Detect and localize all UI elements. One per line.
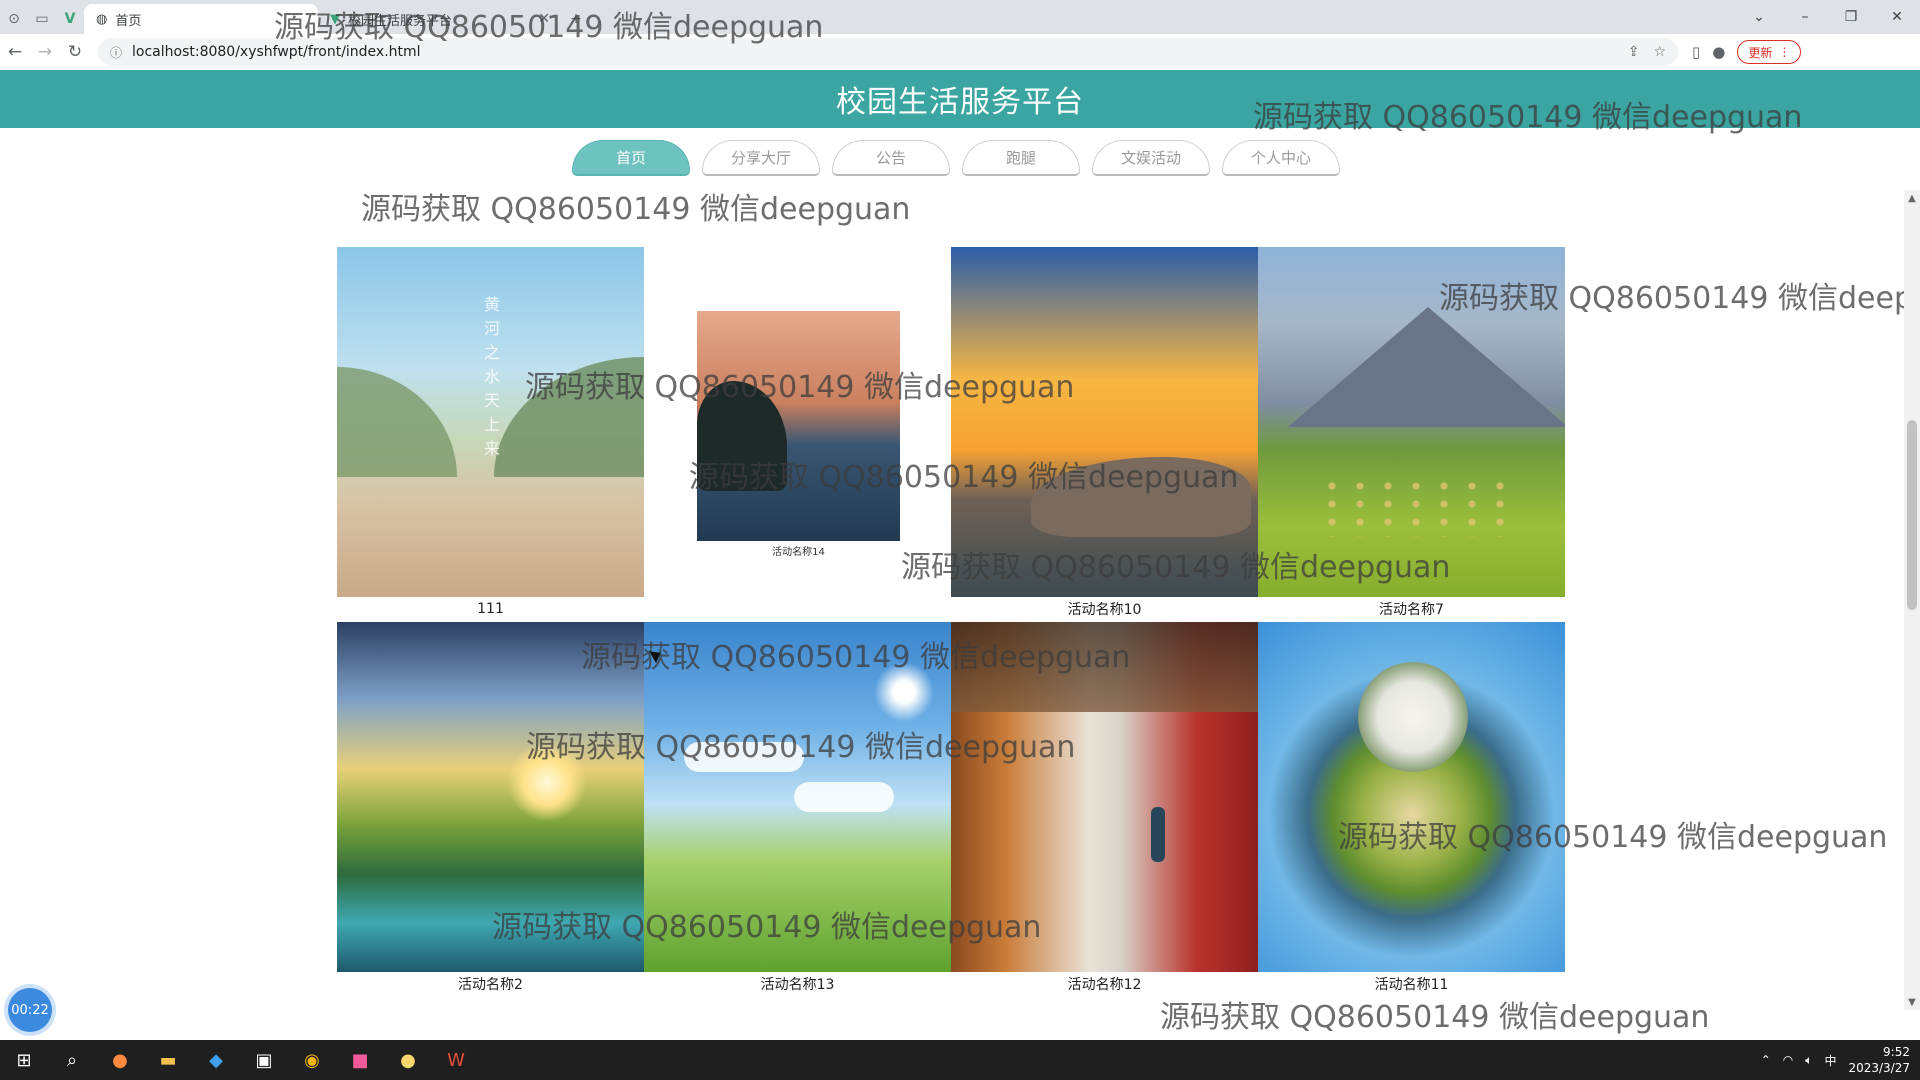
activity-row: 活动名称2 活动名称13 活动名称12 活动名称11 [337,622,1567,996]
activity-row: 黄河之水天上来 111 活动名称14 活动名称10 活动名称7 [337,247,1567,621]
vscode-icon[interactable]: ◆ [192,1040,240,1080]
reload-icon[interactable]: ↻ [60,37,90,67]
profile-icon[interactable]: ● [1712,43,1725,61]
chrome-icon[interactable]: ◉ [288,1040,336,1080]
tab-platform-label: 校园生活服务平台 [348,13,453,29]
activity-grid: 黄河之水天上来 111 活动名称14 活动名称10 活动名称7 活动名称2 活动… [337,247,1567,996]
recording-timer[interactable]: 00:22 [8,988,52,1032]
forward-icon[interactable]: → [30,37,60,67]
activity-card[interactable]: 活动名称13 [644,622,951,996]
windows-start-icon[interactable]: ⊞ [0,1040,48,1080]
forest-lake-image-icon[interactable] [337,622,644,972]
file-explorer-icon[interactable]: ▬ [144,1040,192,1080]
restore-icon[interactable]: ❐ [1828,0,1874,34]
scroll-up-icon[interactable]: ▲ [1904,190,1920,206]
activity-caption: 活动名称12 [1067,977,1142,993]
main-nav: 首页 分享大厅 公告 跑腿 文娱活动 个人中心 [572,140,1340,176]
page-scrollbar[interactable]: ▲ ▼ [1904,190,1920,1010]
window-close-icon[interactable]: ✕ [1874,0,1920,34]
more-menu-icon: ⋮ [1778,45,1791,59]
system-tray: ⌃ ◠ 🔈︎ 中 9:52 2023/3/27 [1761,1040,1910,1080]
update-label: 更新 [1748,45,1773,60]
volume-icon[interactable]: 🔈︎ [1805,1053,1812,1068]
activity-caption: 活动名称7 [1379,602,1444,618]
globe-icon: ◍ [96,11,108,27]
meadow-sky-image-icon[interactable] [644,622,951,972]
browser-tab-strip: ⊙ ▭ V ◍ 首页 ▼ 校园生活服务平台 ✕ + ⌄ – ❐ ✕ [0,0,1920,34]
watermark: 源码获取 QQ86050149 微信deepguan [1160,1000,1710,1035]
activity-card[interactable]: 活动名称11 [1258,622,1565,996]
clock-date: 2023/3/27 [1848,1061,1910,1075]
nav-errand[interactable]: 跑腿 [962,140,1080,176]
network-icon[interactable]: ◠ [1783,1053,1793,1067]
tiny-planet-image-icon[interactable] [1258,622,1565,972]
activity-card[interactable]: 活动名称2 [337,622,644,996]
intellij-icon[interactable]: ■ [336,1040,384,1080]
url-input[interactable]: ⓘ localhost:8080/xyshfwpt/front/index.ht… [98,38,1678,66]
activity-caption: 活动名称14 [772,547,825,558]
tab-home[interactable]: ◍ 首页 [84,4,318,34]
wps-icon[interactable]: W [432,1040,480,1080]
share-icon[interactable]: ⇪ [1628,44,1640,60]
activity-card[interactable]: 黄河之水天上来 111 [337,247,644,621]
activity-card[interactable]: 活动名称12 [951,622,1258,996]
activity-caption: 活动名称10 [1067,602,1142,618]
minimize-icon[interactable]: – [1782,0,1828,34]
tab-group-icon[interactable]: ▭ [28,4,56,34]
info-icon[interactable]: ⓘ [110,44,122,61]
bookmark-star-icon[interactable]: ☆ [1653,44,1666,60]
tab-home-label: 首页 [115,13,142,29]
activity-card[interactable]: 活动名称10 [951,247,1258,621]
update-button[interactable]: 更新 ⋮ [1737,40,1802,64]
window-controls: ⌄ – ❐ ✕ [1736,0,1920,34]
side-panel-icon[interactable]: ▯ [1692,43,1700,61]
nav-share-hall[interactable]: 分享大厅 [702,140,820,176]
new-tab-icon[interactable]: + [562,4,590,34]
tray-apps-icon[interactable]: ⌃ [1761,1053,1771,1067]
activity-caption: 活动名称2 [458,977,523,993]
activity-card[interactable]: 活动名称7 [1258,247,1565,621]
close-icon[interactable]: ✕ [538,11,550,27]
tab-platform[interactable]: ▼ 校园生活服务平台 ✕ [318,4,562,34]
scroll-down-icon[interactable]: ▼ [1904,994,1920,1010]
nav-announcement[interactable]: 公告 [832,140,950,176]
nav-activities[interactable]: 文娱活动 [1092,140,1210,176]
nav-user-center[interactable]: 个人中心 [1222,140,1340,176]
vue-icon: ▼ [330,11,340,27]
activity-caption: 活动名称13 [760,977,835,993]
address-bar: ← → ↻ ⓘ localhost:8080/xyshfwpt/front/in… [0,34,1920,71]
mountain-meadow-image-icon[interactable] [1258,247,1565,597]
activity-caption: 活动名称11 [1374,977,1449,993]
chevron-down-icon[interactable]: ⌄ [1736,0,1782,34]
nav-home[interactable]: 首页 [572,140,690,176]
back-icon[interactable]: ← [0,37,30,67]
lake-sunset-image-icon[interactable] [697,311,900,541]
ime-indicator[interactable]: 中 [1824,1052,1836,1069]
site-header: 校园生活服务平台 [0,70,1920,128]
activity-card[interactable]: 活动名称14 [644,247,951,621]
corridor-image-icon[interactable] [951,622,1258,972]
river-image-icon[interactable]: 黄河之水天上来 [337,247,644,597]
watermark: 源码获取 QQ86050149 微信deepguan [361,192,911,227]
page-title: 校园生活服务平台 [836,85,1084,120]
app-duck-icon[interactable]: ● [384,1040,432,1080]
scrollbar-thumb[interactable] [1907,420,1917,610]
sunset-image-icon[interactable] [951,247,1258,597]
vue-devtools-icon[interactable]: V [56,4,84,34]
taskbar: ⊞ ⌕ ● ▬ ◆ ▣ ◉ ■ ● W ⌃ ◠ 🔈︎ 中 9:52 2023/3… [0,1040,1920,1080]
terminal-icon[interactable]: ▣ [240,1040,288,1080]
firefox-icon[interactable]: ● [96,1040,144,1080]
poem-text: 黄河之水天上来 [483,295,500,458]
url-text: localhost:8080/xyshfwpt/front/index.html [132,44,421,60]
search-icon[interactable]: ⌕ [48,1040,96,1080]
clock[interactable]: 9:52 2023/3/27 [1848,1044,1910,1076]
activity-thumb-container: 活动名称14 [644,247,951,597]
tab-search-icon[interactable]: ⊙ [0,4,28,34]
activity-caption: 111 [477,601,504,617]
clock-time: 9:52 [1883,1045,1910,1059]
